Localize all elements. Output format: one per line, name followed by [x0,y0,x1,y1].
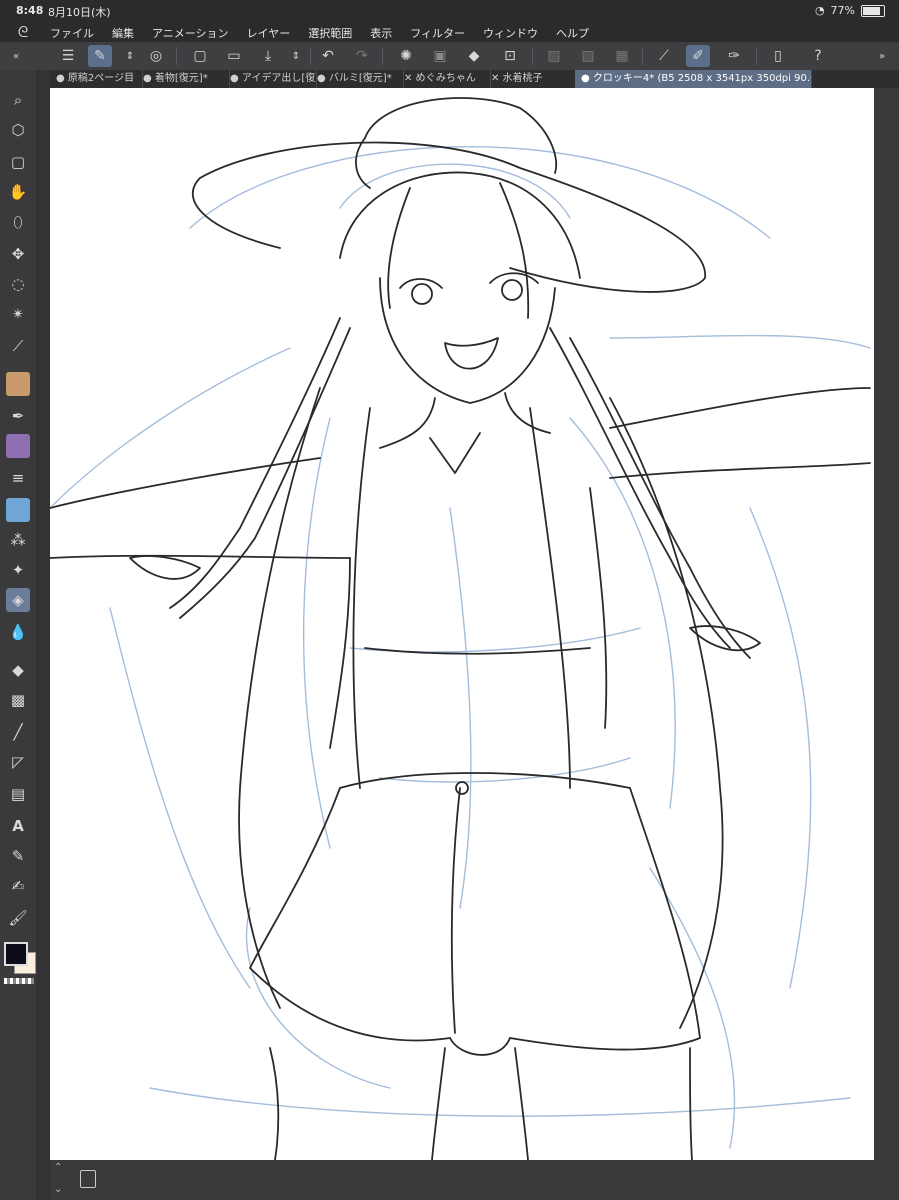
correct-line-icon[interactable]: ✍ [6,874,30,898]
invert-selection-icon[interactable]: ▧ [576,45,600,67]
menu-layer[interactable]: レイヤー [247,25,291,41]
menu-filter[interactable]: フィルター [410,25,465,41]
sparkle-icon[interactable]: ✦ [6,558,30,582]
status-date: 8月10日(木) [48,6,111,19]
drawing-canvas[interactable] [50,88,874,1160]
status-right: ◔ 77% [815,4,885,17]
redo-icon[interactable]: ↷ [350,45,374,67]
collapse-left-icon[interactable]: « [4,45,28,67]
move-icon[interactable]: ✥ [6,242,30,266]
frame-icon[interactable]: ◸ [6,750,30,774]
wifi-icon: ◔ [814,4,825,17]
menu-edit[interactable]: 編集 [112,25,134,41]
layer-panel-icon[interactable] [80,1170,96,1188]
select-rect-icon[interactable]: ▢ [6,150,30,174]
transform-icon[interactable]: ▣ [428,45,452,67]
tab-idea[interactable]: ● アイデア出し[復 [224,70,317,88]
sub-tool-thumb2-icon[interactable] [6,434,30,458]
hatch-icon[interactable]: ≡ [6,466,30,490]
text-icon[interactable]: A [6,814,30,838]
bottom-bar: ⌃ ⌄ [50,1160,899,1200]
up-down-arrows2-icon[interactable]: ⇕ [284,45,308,67]
menu-window[interactable]: ウィンドウ [483,25,538,41]
fill-select-icon[interactable]: ⬯ [6,210,30,234]
zoom-icon[interactable]: ⌕ [6,88,30,112]
hand-icon[interactable]: ✋ [6,180,30,204]
blend-icon[interactable]: 💧 [6,620,30,644]
eraser-icon[interactable]: ◈ [6,588,30,612]
selection-border-icon[interactable]: ▦ [610,45,634,67]
gradient-icon[interactable]: ▩ [6,688,30,712]
save-icon[interactable]: ⤓ [256,45,280,67]
status-time: 8:48 [16,4,44,17]
spray-icon[interactable]: ⁂ [6,528,30,552]
menu-items: ファイル 編集 アニメーション レイヤー 選択範囲 表示 フィルター ウィンドウ… [50,25,589,41]
balloon-icon[interactable]: ✎ [6,844,30,868]
menu-file[interactable]: ファイル [50,25,94,41]
tab-megumi[interactable]: ✕ めぐみちゃん [398,70,491,88]
loading-icon[interactable]: ✺ [394,45,418,67]
ruler-snap-icon[interactable]: ⟋ [652,45,676,67]
clip-studio-logo-icon[interactable]: ᘓ [14,23,32,41]
right-scroll-area[interactable] [874,88,899,1160]
cloud-sync-icon[interactable]: ◎ [144,45,168,67]
up-down-arrows-icon[interactable]: ⇕ [118,45,142,67]
collapse-right-icon[interactable]: » [870,45,894,67]
menu-help[interactable]: ヘルプ [556,25,589,41]
magic-wand-icon[interactable]: ✴ [6,302,30,326]
tab-mizugi[interactable]: ✕ 水着桃子 [485,70,578,88]
tab-croquis-active[interactable]: ● クロッキー4* (B5 2508 x 3541px 350dpi 90.6%… [575,70,812,88]
brush-snap-icon[interactable]: ✐ [686,45,710,67]
clear-selection-icon[interactable]: ▨ [542,45,566,67]
pattern-icon[interactable] [6,498,30,522]
expand-up-icon[interactable]: ⌃ [54,1162,62,1173]
tab-parumi[interactable]: ● バルミ[復元]* [311,70,404,88]
open-folder-icon[interactable]: ▭ [222,45,246,67]
fill-icon[interactable]: ◆ [6,658,30,682]
menu-selection[interactable]: 選択範囲 [308,25,352,41]
edit-mode-icon[interactable]: ✎ [88,45,112,67]
line-icon[interactable]: ╱ [6,720,30,744]
pen-icon[interactable]: ✒ [6,404,30,428]
tab-genkou[interactable]: ● 原稿2ページ目 [50,70,143,88]
ruler-icon[interactable]: ▤ [6,782,30,806]
help-icon[interactable]: ? [806,45,830,67]
lasso-icon[interactable]: ◌ [6,272,30,296]
sketch-drawing [50,97,871,1160]
left-collapse-strip[interactable] [36,70,50,1200]
crop-icon[interactable]: ⊡ [498,45,522,67]
expand-down-icon[interactable]: ⌄ [54,1184,62,1195]
tab-kimono[interactable]: ● 着物[復元]* [137,70,230,88]
document-tabs: ● 原稿2ページ目 ● 着物[復元]* ● アイデア出し[復 ● バルミ[復元]… [50,70,899,88]
command-bar: « ☰ ✎ ⇕ ◎ ▢ ▭ ⤓ ⇕ ↶ ↷ ✺ ▣ ◆ ⊡ ▨ ▧ ▦ ⟋ ✐ … [0,42,899,70]
transparent-color-swatch[interactable] [4,978,34,984]
fill-bucket-icon[interactable]: ◆ [462,45,486,67]
battery-percent: 77% [830,4,855,17]
hamburger-menu-icon[interactable]: ☰ [56,45,80,67]
new-file-icon[interactable]: ▢ [188,45,212,67]
undo-icon[interactable]: ↶ [316,45,340,67]
brush-icon[interactable]: 🖌 [6,906,30,930]
main-color-swatch[interactable] [4,942,28,966]
eyedropper-icon[interactable]: ⟋ [6,334,30,358]
status-bar: 8:48 8月10日(木) ◔ 77% [0,0,899,22]
menu-bar: ᘓ ファイル 編集 アニメーション レイヤー 選択範囲 表示 フィルター ウィン… [0,22,899,42]
3d-object-icon[interactable]: ⬡ [6,118,30,142]
device-icon[interactable]: ▯ [766,45,790,67]
tool-panel: ⌕ ⬡ ▢ ✋ ⬯ ✥ ◌ ✴ ⟋ ✒ ≡ ⁂ ✦ ◈ 💧 ◆ ▩ ╱ ◸ ▤ … [0,70,36,1200]
color-swatches[interactable] [2,940,36,974]
menu-view[interactable]: 表示 [370,25,392,41]
sub-tool-thumb-icon[interactable] [6,372,30,396]
menu-animation[interactable]: アニメーション [152,25,229,41]
pen-snap-icon[interactable]: ✑ [722,45,746,67]
battery-icon [861,4,885,17]
